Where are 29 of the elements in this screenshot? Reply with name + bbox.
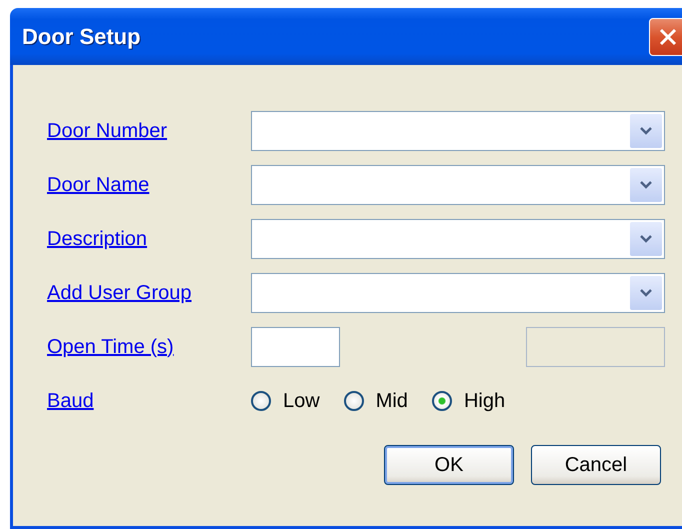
field-label[interactable]: Door Name xyxy=(47,174,251,196)
chevron-down-icon xyxy=(640,181,652,189)
dropdown-button[interactable] xyxy=(630,114,662,148)
dropdown-field[interactable] xyxy=(251,219,665,259)
radio-button[interactable] xyxy=(344,391,364,411)
radio-button[interactable] xyxy=(251,391,271,411)
dropdown-button[interactable] xyxy=(630,276,662,310)
dropdown-field[interactable] xyxy=(251,111,665,151)
dropdown-button[interactable] xyxy=(630,222,662,256)
field-label[interactable]: Door Number xyxy=(47,120,251,142)
dialog-button[interactable]: OK xyxy=(384,445,514,485)
field-label[interactable]: Baud xyxy=(47,390,251,412)
dropdown-field[interactable] xyxy=(251,273,665,313)
field-label[interactable]: Description xyxy=(47,228,251,250)
radio-option[interactable]: Mid xyxy=(344,390,408,412)
window-title: Door Setup xyxy=(22,24,141,50)
dropdown-field[interactable] xyxy=(251,165,665,205)
chevron-down-icon xyxy=(640,127,652,135)
field-label[interactable]: Add User Group xyxy=(47,282,251,304)
dialog-button[interactable]: Cancel xyxy=(531,445,661,485)
radio-option[interactable]: High xyxy=(432,390,506,412)
radio-option[interactable]: Low xyxy=(251,390,320,412)
text-field[interactable] xyxy=(251,327,340,367)
chevron-down-icon xyxy=(640,289,652,297)
chevron-down-icon xyxy=(640,235,652,243)
close-button[interactable] xyxy=(649,18,682,56)
radio-button[interactable] xyxy=(432,391,452,411)
field-label[interactable]: Open Time (s) xyxy=(47,336,251,358)
dropdown-button[interactable] xyxy=(630,168,662,202)
